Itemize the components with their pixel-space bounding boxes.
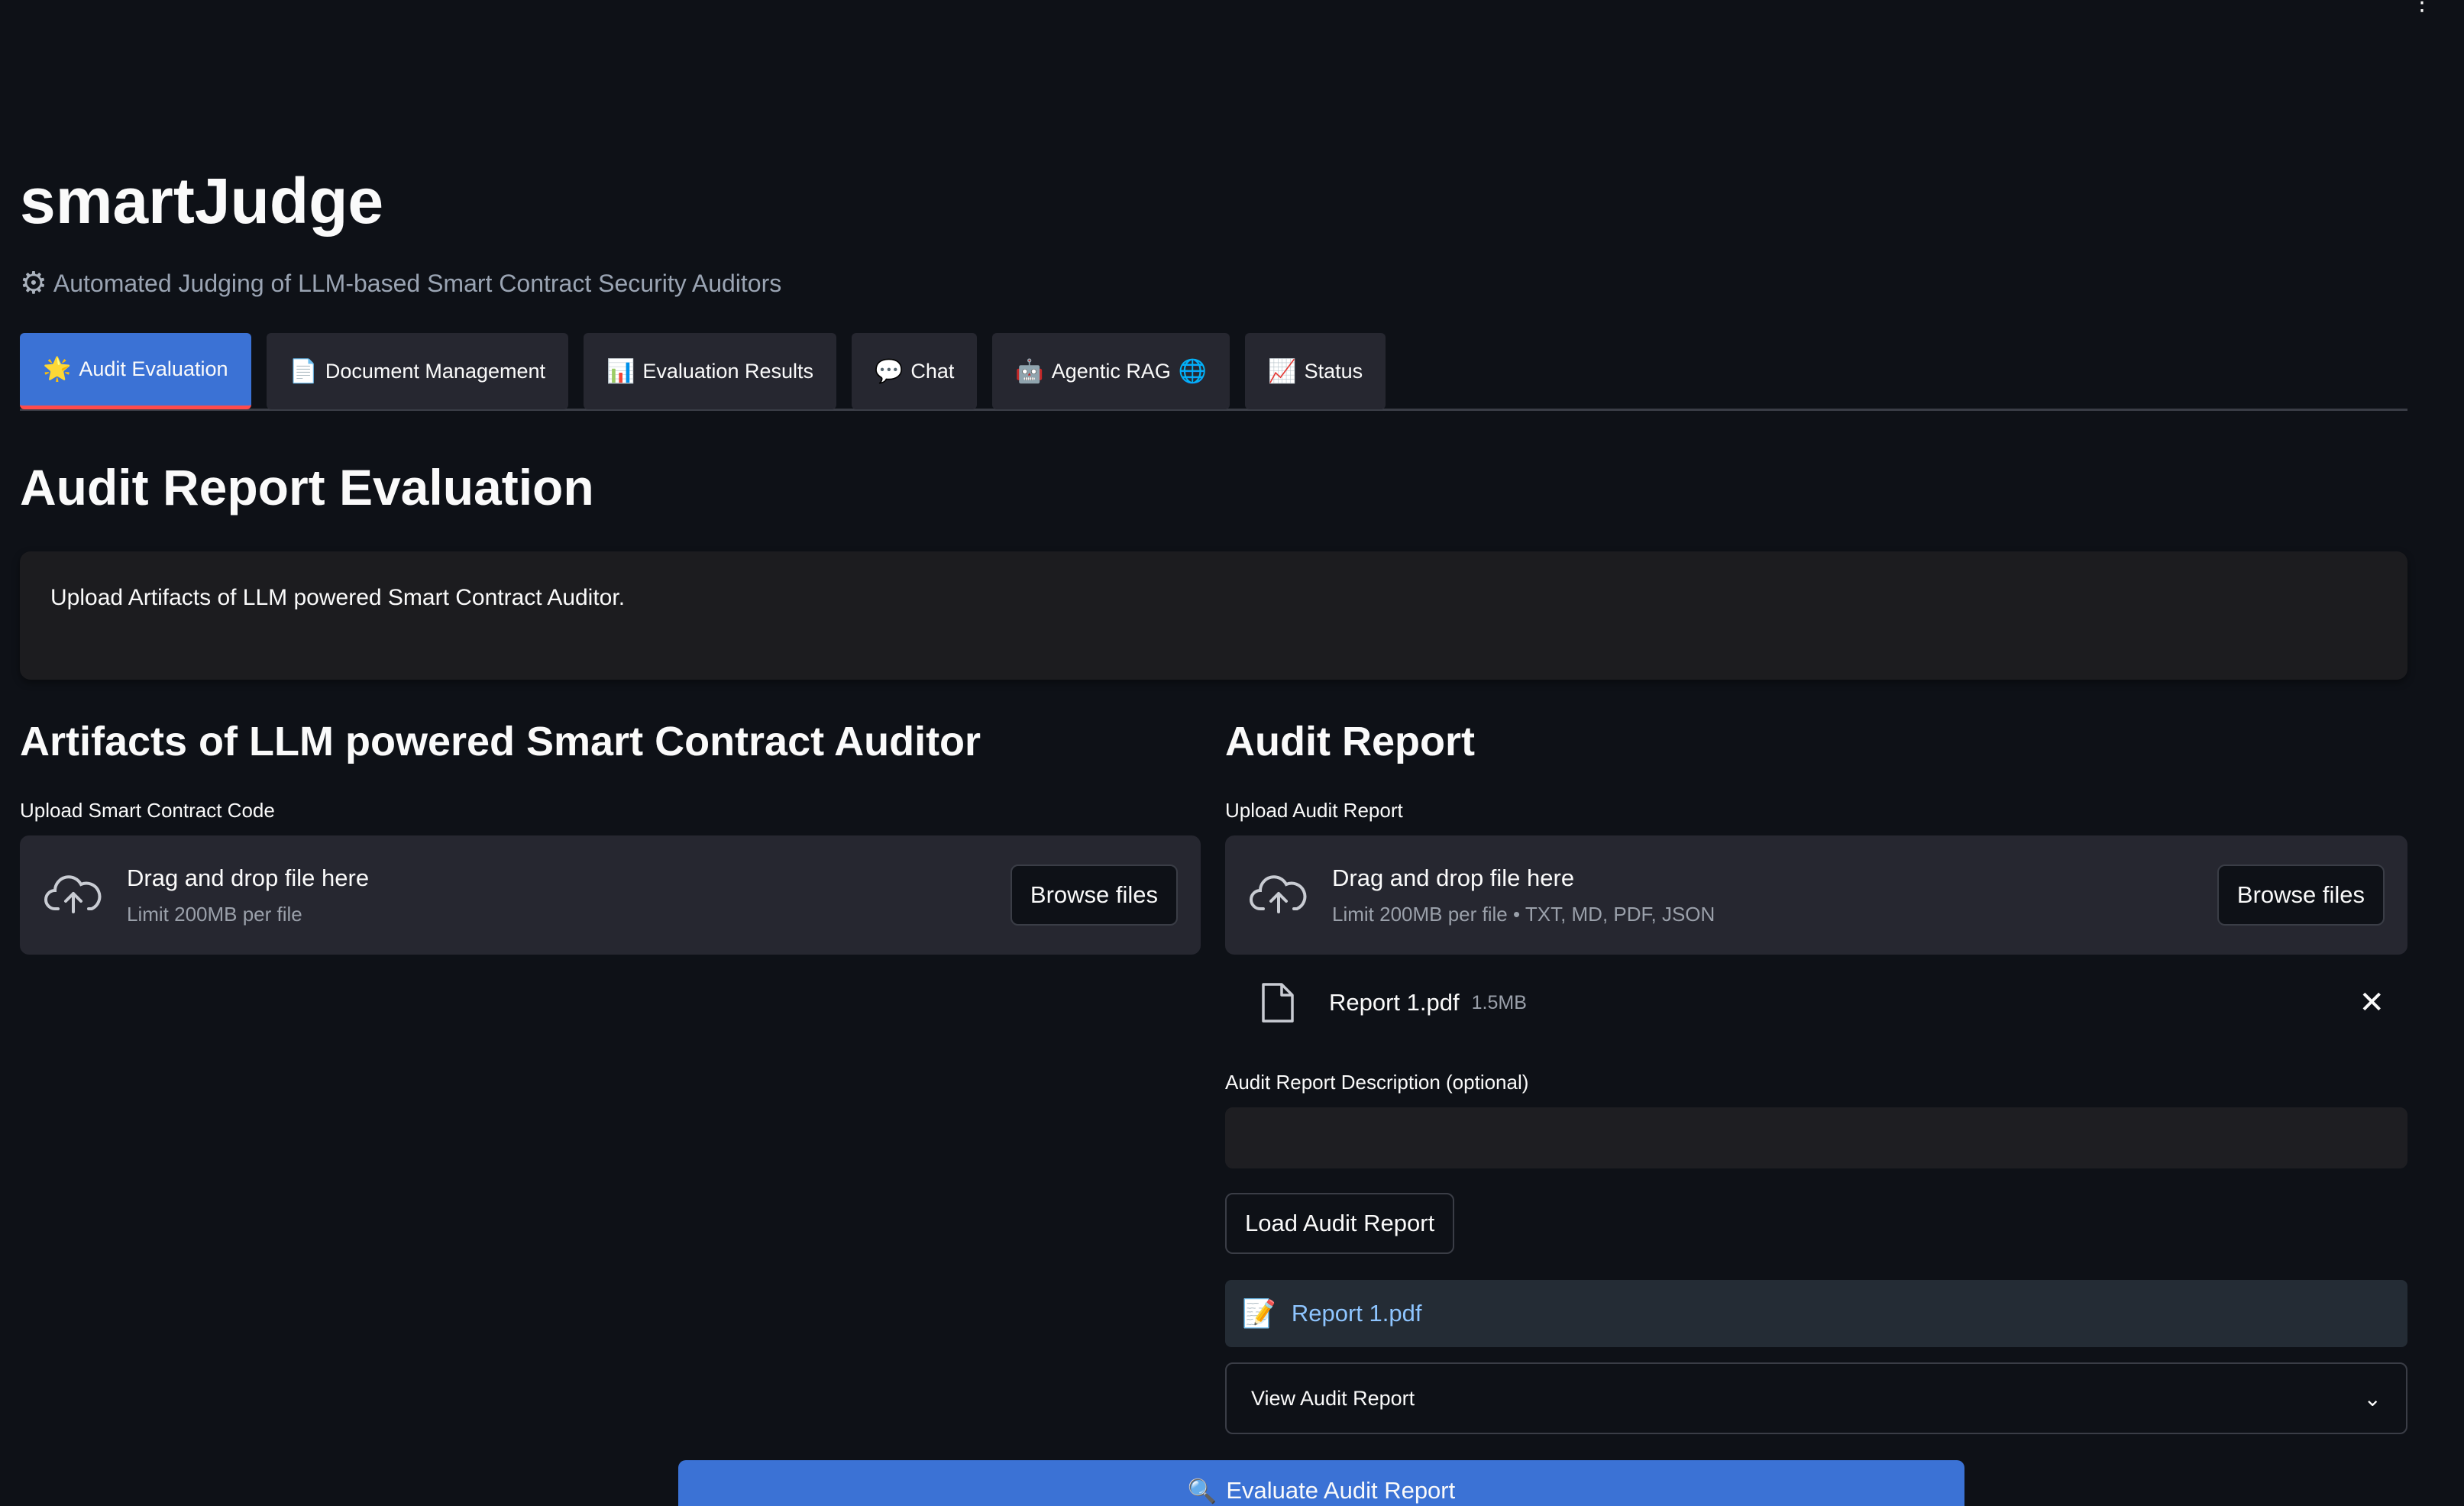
audit-report-heading: Audit Report xyxy=(1225,719,1475,764)
loaded-report-banner: 📝 Report 1.pdf xyxy=(1225,1280,2407,1347)
dropzone-text: Drag and drop file here Limit 200MB per … xyxy=(1332,864,1715,926)
evaluate-audit-report-button[interactable]: 🔍 Evaluate Audit Report xyxy=(678,1460,1964,1506)
tab-agentic-rag[interactable]: 🤖 Agentic RAG 🌐 xyxy=(992,333,1230,409)
tab-document-management[interactable]: 📄 Document Management xyxy=(266,333,569,409)
dropzone-instruction: Drag and drop file here xyxy=(1332,864,1575,891)
uploaded-file-row: Report 1.pdf 1.5MB ✕ xyxy=(1225,968,2407,1037)
cloud-upload-icon xyxy=(1250,875,1307,913)
subtitle-text: Automated Judging of LLM-based Smart Con… xyxy=(53,269,782,297)
tab-label: Agentic RAG xyxy=(1051,359,1171,383)
more-menu-icon[interactable]: ⋮ xyxy=(2411,0,2433,15)
cloud-upload-icon xyxy=(44,875,102,913)
gear-icon: ⚙ xyxy=(20,267,47,300)
report-dropzone[interactable]: Drag and drop file here Limit 200MB per … xyxy=(1225,835,2407,955)
dropzone-limit: Limit 200MB per file • TXT, MD, PDF, JSO… xyxy=(1332,902,1715,926)
document-icon: 📄 xyxy=(289,358,318,384)
tab-label: Document Management xyxy=(325,359,546,383)
evaluate-button-label: Evaluate Audit Report xyxy=(1226,1477,1456,1504)
app-page: ⋮ smartJudge ⚙ Automated Judging of LLM-… xyxy=(0,0,2464,1506)
tab-label: Status xyxy=(1304,359,1363,383)
contract-dropzone[interactable]: Drag and drop file here Limit 200MB per … xyxy=(20,835,1201,955)
tab-label: Chat xyxy=(910,359,955,383)
tab-label: Evaluation Results xyxy=(642,359,813,383)
file-icon xyxy=(1262,983,1294,1023)
description-input[interactable] xyxy=(1225,1107,2407,1168)
loaded-report-name: Report 1.pdf xyxy=(1291,1300,1422,1327)
expander-label: View Audit Report xyxy=(1251,1386,1415,1410)
browse-files-button[interactable]: Browse files xyxy=(1010,864,1178,926)
tab-evaluation-results[interactable]: 📊 Evaluation Results xyxy=(584,333,836,409)
robot-icon: 🤖 xyxy=(1015,358,1044,384)
chevron-down-icon: ⌄ xyxy=(2363,1386,2382,1411)
globe-icon: 🌐 xyxy=(1178,358,1208,384)
magnifier-icon: 🔍 xyxy=(1187,1478,1217,1504)
tab-audit-evaluation[interactable]: 🌟 Audit Evaluation xyxy=(20,333,251,409)
view-audit-report-expander[interactable]: View Audit Report ⌄ xyxy=(1225,1362,2407,1434)
uploaded-file-name: Report 1.pdf xyxy=(1329,989,1460,1016)
dropzone-text: Drag and drop file here Limit 200MB per … xyxy=(127,864,369,926)
close-icon[interactable]: ✕ xyxy=(2359,985,2385,1020)
artifacts-heading: Artifacts of LLM powered Smart Contract … xyxy=(20,719,981,764)
tab-chat[interactable]: 💬 Chat xyxy=(852,333,978,409)
browse-files-button[interactable]: Browse files xyxy=(2217,864,2385,926)
app-title: smartJudge xyxy=(20,165,384,237)
upload-report-label: Upload Audit Report xyxy=(1225,799,1403,822)
tab-status[interactable]: 📈 Status xyxy=(1245,333,1386,409)
info-text: Upload Artifacts of LLM powered Smart Co… xyxy=(50,585,626,610)
star-icon: 🌟 xyxy=(43,357,72,382)
app-subtitle: ⚙ Automated Judging of LLM-based Smart C… xyxy=(20,266,781,301)
bar-chart-icon: 📊 xyxy=(606,358,635,384)
uploaded-file-size: 1.5MB xyxy=(1471,991,1527,1013)
page-heading: Audit Report Evaluation xyxy=(20,459,594,515)
info-box: Upload Artifacts of LLM powered Smart Co… xyxy=(20,551,2407,680)
dropzone-limit: Limit 200MB per file xyxy=(127,902,302,926)
tab-label: Audit Evaluation xyxy=(79,357,228,380)
tab-bar: 🌟 Audit Evaluation 📄 Document Management… xyxy=(20,333,2407,411)
dropzone-instruction: Drag and drop file here xyxy=(127,864,370,891)
speech-bubble-icon: 💬 xyxy=(875,358,904,384)
description-label: Audit Report Description (optional) xyxy=(1225,1071,1529,1094)
line-chart-icon: 📈 xyxy=(1268,358,1297,384)
memo-icon: 📝 xyxy=(1242,1298,1276,1329)
load-audit-report-button[interactable]: Load Audit Report xyxy=(1225,1193,1455,1254)
upload-contract-label: Upload Smart Contract Code xyxy=(20,799,275,822)
